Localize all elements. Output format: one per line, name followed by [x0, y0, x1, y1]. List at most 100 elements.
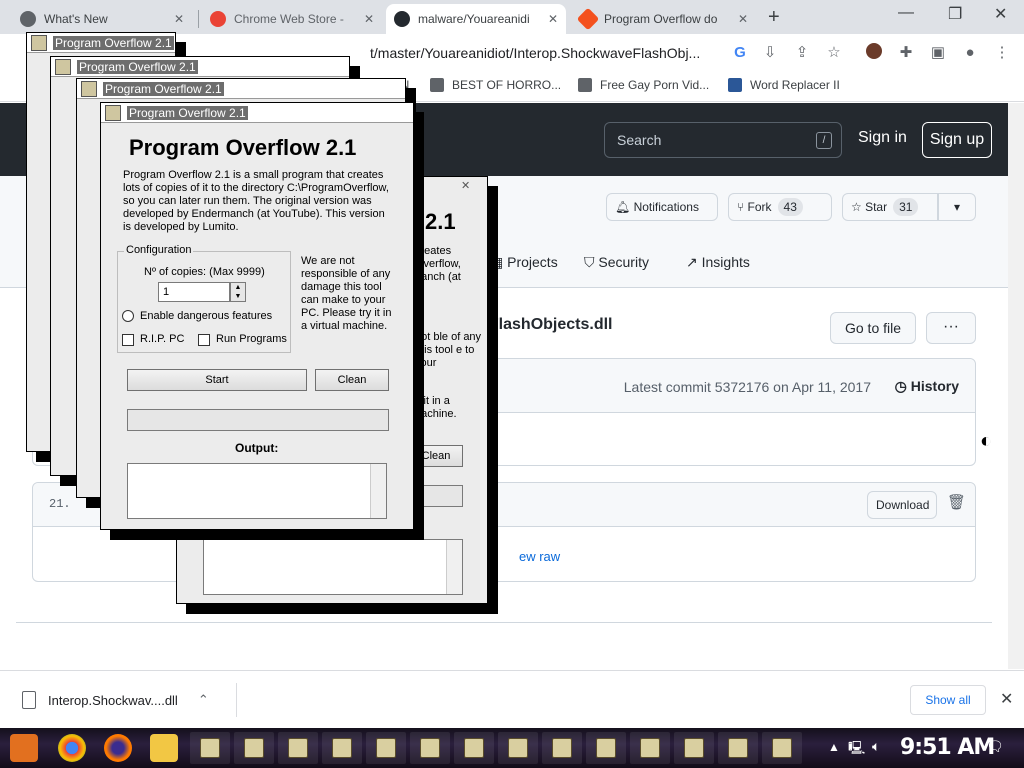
latest-commit-text: Latest commit 5372176 on Apr 11, 2017: [623, 379, 871, 395]
download-item[interactable]: Interop.Shockwav....dll ⌃: [22, 691, 209, 709]
output-scrollbar[interactable]: [370, 464, 386, 518]
webstore-icon: [210, 11, 226, 27]
program-window-front[interactable]: Program Overflow 2.1 Program Overflow 2.…: [100, 102, 414, 530]
go-to-file-button[interactable]: Go to file: [830, 312, 916, 344]
side-panel-icon[interactable]: ▣: [928, 43, 948, 63]
output-box[interactable]: [127, 463, 387, 519]
nav-label: Security: [598, 254, 649, 270]
install-icon[interactable]: ⇩: [760, 43, 780, 63]
window-title: Program Overflow 2.1: [127, 106, 248, 120]
tab-web-store[interactable]: Chrome Web Store - ✕: [202, 4, 382, 34]
view-raw-link[interactable]: ew raw: [519, 549, 560, 564]
bookmark-item[interactable]: Word Replacer II: [728, 78, 840, 92]
spin-down-icon[interactable]: ▼: [231, 292, 245, 301]
window-title: Program Overflow 2.1: [77, 60, 198, 74]
fork-icon: ⑂: [737, 200, 748, 214]
close-icon[interactable]: ✕: [461, 179, 470, 192]
nav-insights[interactable]: ↗ Insights: [686, 254, 750, 271]
close-icon[interactable]: ✕: [174, 12, 184, 26]
tab-github[interactable]: malware/Youareanidi ✕: [386, 4, 566, 34]
folder-taskbar-icon[interactable]: [150, 734, 178, 762]
close-icon[interactable]: ✕: [738, 12, 748, 26]
firefox-taskbar-icon[interactable]: [104, 734, 132, 762]
close-icon[interactable]: ✕: [548, 12, 558, 26]
clock[interactable]: 9:51 AM: [900, 735, 995, 760]
chevron-up-icon[interactable]: ⌃: [198, 692, 209, 708]
search-input[interactable]: Search /: [604, 122, 842, 158]
share-icon[interactable]: ⇪: [792, 43, 812, 63]
taskbar-task-button[interactable]: [410, 732, 450, 764]
google-icon[interactable]: G: [730, 43, 750, 63]
taskbar-task-button[interactable]: [762, 732, 802, 764]
taskbar-task-button[interactable]: [718, 732, 758, 764]
notifications-label: Notifications: [633, 200, 699, 214]
fork-button[interactable]: ⑂ Fork 43: [728, 193, 832, 221]
tab-whats-new[interactable]: What's New ✕: [12, 4, 192, 34]
star-dropdown-button[interactable]: ▾: [938, 193, 976, 221]
taskbar: ▲ 🖳︎ 🔈︎ 9:51 AM 🗨︎: [0, 728, 1024, 768]
divider: [236, 683, 237, 717]
output-box[interactable]: [203, 539, 463, 595]
copies-input[interactable]: 1: [158, 282, 230, 302]
history-label: History: [910, 378, 959, 394]
nav-projects[interactable]: ▦ Projects: [490, 254, 558, 271]
taskbar-task-button[interactable]: [278, 732, 318, 764]
spin-up-icon[interactable]: ▲: [231, 283, 245, 292]
tab-program-overflow[interactable]: Program Overflow do ✕: [572, 4, 756, 34]
nav-security[interactable]: ⛉ Security: [584, 254, 649, 271]
rip-pc-checkbox[interactable]: [122, 334, 134, 346]
program-overflow-icon: [288, 738, 308, 758]
clean-button[interactable]: Clean: [315, 369, 389, 391]
bookmark-item[interactable]: BEST OF HORRO...: [430, 78, 561, 92]
run-programs-checkbox[interactable]: [198, 334, 210, 346]
taskbar-task-button[interactable]: [234, 732, 274, 764]
bookmark-star-icon[interactable]: ☆: [824, 43, 844, 63]
history-link[interactable]: ◷ History: [895, 378, 959, 395]
star-button[interactable]: ☆ Star 31: [842, 193, 938, 221]
clean-button[interactable]: Clean: [409, 445, 463, 467]
copies-stepper[interactable]: ▲ ▼: [230, 282, 246, 302]
taskbar-task-button[interactable]: [630, 732, 670, 764]
taskbar-task-button[interactable]: [586, 732, 626, 764]
scrollbar[interactable]: [446, 540, 462, 594]
taskbar-task-button[interactable]: [366, 732, 406, 764]
trash-icon[interactable]: 🗑︎: [947, 493, 966, 511]
network-icon[interactable]: 🖳︎: [848, 739, 865, 761]
close-icon[interactable]: ✕: [1000, 689, 1013, 709]
taskbar-task-button[interactable]: [674, 732, 714, 764]
window-close-icon[interactable]: ✕: [994, 4, 1007, 24]
notifications-button[interactable]: 🔔︎ Notifications: [606, 193, 718, 221]
chrome-taskbar-icon[interactable]: [58, 734, 86, 762]
start-button-icon[interactable]: [10, 734, 38, 762]
taskbar-task-button[interactable]: [454, 732, 494, 764]
sign-in-link[interactable]: Sign in: [858, 129, 907, 147]
restore-icon[interactable]: ❐: [948, 4, 962, 24]
github-icon: [394, 11, 410, 27]
volume-icon[interactable]: 🔈︎: [872, 738, 880, 755]
extensions-puzzle-icon[interactable]: ✚: [896, 43, 916, 63]
program-overflow-icon: [244, 738, 264, 758]
sign-up-button[interactable]: Sign up: [922, 122, 992, 158]
app-icon: [55, 59, 71, 75]
dangerous-features-radio[interactable]: [122, 310, 134, 322]
close-icon[interactable]: ✕: [364, 12, 374, 26]
show-all-button[interactable]: Show all: [910, 685, 986, 715]
taskbar-task-button[interactable]: [498, 732, 538, 764]
more-options-button[interactable]: ···: [926, 312, 976, 344]
shield-icon: ⛉: [584, 254, 599, 270]
page-scrollbar[interactable]: [1008, 103, 1024, 669]
bookmark-item[interactable]: Free Gay Porn Vid...: [578, 78, 709, 92]
taskbar-task-button[interactable]: [322, 732, 362, 764]
tray-chevron-icon[interactable]: ▲: [828, 740, 840, 754]
gitlab-icon: [576, 7, 600, 31]
taskbar-task-button[interactable]: [190, 732, 230, 764]
download-button[interactable]: Download: [867, 491, 937, 519]
notifications-tray-icon[interactable]: 🗨︎: [986, 738, 1004, 755]
menu-icon[interactable]: ⋮: [992, 43, 1012, 63]
extension-avatar-icon[interactable]: [864, 43, 884, 63]
start-button[interactable]: Start: [127, 369, 307, 391]
minimize-icon[interactable]: —: [898, 4, 914, 22]
profile-icon[interactable]: ●: [960, 43, 980, 63]
new-tab-button[interactable]: +: [768, 6, 780, 29]
taskbar-task-button[interactable]: [542, 732, 582, 764]
